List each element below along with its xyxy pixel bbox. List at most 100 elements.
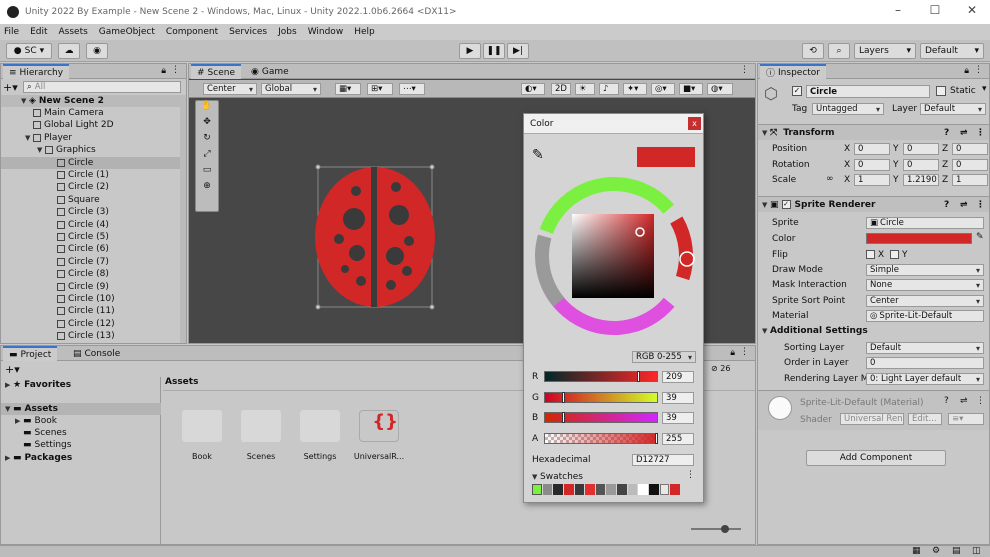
minimize-icon[interactable]: – bbox=[888, 3, 908, 17]
rotate-tool-icon[interactable]: ↻ bbox=[196, 133, 218, 149]
axis-z-label[interactable]: Z bbox=[942, 160, 948, 170]
scale-x-input[interactable]: 1 bbox=[854, 174, 890, 186]
axis-y-label[interactable]: Y bbox=[893, 144, 899, 154]
flip-y-checkbox[interactable] bbox=[890, 250, 899, 259]
scale-tool-icon[interactable]: ⤢ bbox=[196, 149, 218, 165]
camera-icon[interactable]: ■▾ bbox=[679, 83, 703, 95]
shading-icon[interactable]: ◐▾ bbox=[521, 83, 545, 95]
r-input[interactable]: 209 bbox=[662, 371, 694, 383]
expand-arrow-icon[interactable]: ▼ bbox=[25, 134, 33, 142]
sprite-renderer-checkbox[interactable]: ✓ bbox=[781, 200, 791, 209]
position-y-input[interactable]: 0 bbox=[903, 143, 939, 155]
asset-folder[interactable]: {} UniversalR... bbox=[352, 406, 406, 468]
sprite-renderer-header[interactable]: ▼ ▣ ✓ Sprite Renderer ? ⇌ ⋮ bbox=[758, 196, 989, 212]
add-icon[interactable]: +▾ bbox=[5, 363, 20, 376]
rendering-layer-dropdown[interactable]: 0: Light Layer default bbox=[866, 373, 984, 385]
swatch[interactable] bbox=[585, 484, 595, 495]
color-swatch-field[interactable] bbox=[866, 233, 972, 244]
maximize-icon[interactable]: ☐ bbox=[925, 3, 945, 17]
zoom-slider[interactable] bbox=[691, 525, 741, 533]
kebab-menu-icon[interactable]: ⋮ bbox=[740, 347, 749, 357]
swatch[interactable] bbox=[595, 484, 606, 495]
hierarchy-item[interactable]: Circle (9) bbox=[1, 281, 180, 293]
hierarchy-item[interactable]: Circle bbox=[1, 156, 180, 169]
mask-dropdown[interactable]: None bbox=[866, 279, 984, 291]
link-icon[interactable]: ∞ bbox=[826, 174, 834, 184]
menu-edit[interactable]: Edit bbox=[30, 27, 47, 37]
swatch[interactable] bbox=[670, 484, 680, 495]
pivot-dropdown[interactable]: Center bbox=[203, 83, 257, 95]
swatch[interactable] bbox=[532, 484, 542, 495]
menu-file[interactable]: File bbox=[4, 27, 19, 37]
menu-assets[interactable]: Assets bbox=[59, 27, 88, 37]
asset-folder[interactable]: Settings bbox=[293, 406, 347, 468]
hierarchy-item[interactable]: Circle (12) bbox=[1, 318, 180, 330]
hierarchy-item[interactable]: Circle (1) bbox=[1, 169, 180, 181]
kebab-menu-icon[interactable]: ⋮ bbox=[171, 65, 180, 75]
axis-z-label[interactable]: Z bbox=[942, 144, 948, 154]
b-slider-thumb[interactable] bbox=[562, 412, 565, 423]
axis-z-label[interactable]: Z bbox=[942, 175, 948, 185]
menu-gameobject[interactable]: GameObject bbox=[99, 27, 155, 37]
swatch[interactable] bbox=[638, 484, 648, 495]
menu-window[interactable]: Window bbox=[308, 27, 344, 37]
hierarchy-item[interactable]: ▼ Player bbox=[1, 132, 180, 144]
swatches-foldout[interactable]: ▼ Swatches bbox=[532, 472, 583, 482]
hierarchy-item[interactable]: Circle (3) bbox=[1, 206, 180, 218]
hierarchy-item[interactable]: Circle (2) bbox=[1, 181, 180, 193]
transform-tool-icon[interactable]: ⊕ bbox=[196, 181, 218, 197]
axis-y-label[interactable]: Y bbox=[893, 160, 899, 170]
visibility-icon[interactable]: ◎▾ bbox=[651, 83, 675, 95]
network-icon[interactable]: ◫ bbox=[972, 546, 981, 556]
scale-y-input[interactable]: 1.2190 bbox=[903, 174, 939, 186]
g-slider-thumb[interactable] bbox=[562, 392, 565, 403]
assets-root-row[interactable]: ▼ ▬ Assets bbox=[1, 403, 161, 415]
lock-icon[interactable]: 🔒︎ bbox=[964, 66, 969, 76]
swatch[interactable] bbox=[627, 484, 638, 495]
axis-y-label[interactable]: Y bbox=[893, 175, 899, 185]
kebab-menu-icon[interactable]: ⋮ bbox=[976, 128, 985, 138]
g-input[interactable]: 39 bbox=[662, 392, 694, 404]
layers-dropdown[interactable]: Layers ▾ bbox=[854, 43, 916, 59]
hand-tool-icon[interactable]: ✋ bbox=[196, 101, 218, 117]
hierarchy-item[interactable]: Circle (11) bbox=[1, 305, 180, 317]
close-icon[interactable]: x bbox=[688, 117, 701, 130]
asset-folder[interactable]: Scenes bbox=[234, 406, 288, 468]
cache-icon[interactable]: ▤ bbox=[952, 546, 961, 556]
grid-snap-icon[interactable]: ▦▾ bbox=[335, 83, 361, 95]
tab-game[interactable]: ◉ Game bbox=[245, 64, 295, 79]
kebab-menu-icon[interactable]: ⋮ bbox=[740, 65, 749, 75]
scrollbar[interactable] bbox=[180, 95, 186, 343]
position-z-input[interactable]: 0 bbox=[952, 143, 988, 155]
progress-icon[interactable]: ▦ bbox=[912, 546, 921, 556]
axis-x-label[interactable]: X bbox=[844, 175, 850, 185]
swatch[interactable] bbox=[542, 484, 553, 495]
scene-row[interactable]: ▼ ◈ New Scene 2 bbox=[1, 95, 186, 107]
swatch[interactable] bbox=[648, 484, 659, 495]
sorting-layer-dropdown[interactable]: Default bbox=[866, 342, 984, 354]
hierarchy-item[interactable]: Main Camera bbox=[1, 107, 180, 119]
hierarchy-item[interactable]: ▼ Graphics bbox=[1, 144, 180, 156]
collab-icon[interactable]: ◉ bbox=[86, 43, 108, 59]
object-name-input[interactable]: Circle bbox=[806, 85, 930, 98]
audio-icon[interactable]: ♪ bbox=[599, 83, 619, 95]
asset-folder[interactable]: Book bbox=[175, 406, 229, 468]
lock-icon[interactable]: 🔒︎ bbox=[161, 66, 166, 76]
layout-dropdown[interactable]: Default ▾ bbox=[920, 43, 984, 59]
static-checkbox[interactable] bbox=[936, 86, 946, 96]
menu-jobs[interactable]: Jobs bbox=[278, 27, 297, 37]
play-button[interactable]: ▶ bbox=[459, 43, 481, 59]
color-picker-titlebar[interactable]: Color x bbox=[524, 114, 703, 134]
preset-icon[interactable]: ⇌ bbox=[960, 396, 968, 406]
hierarchy-item[interactable]: Circle (4) bbox=[1, 219, 180, 231]
menu-help[interactable]: Help bbox=[354, 27, 375, 37]
g-slider[interactable] bbox=[544, 392, 658, 403]
expand-arrow-icon[interactable]: ▼ bbox=[37, 146, 45, 154]
kebab-menu-icon[interactable]: ⋮ bbox=[976, 396, 985, 406]
hierarchy-item[interactable]: Circle (10) bbox=[1, 293, 180, 305]
swatch[interactable] bbox=[659, 484, 670, 495]
r-slider[interactable] bbox=[544, 371, 658, 382]
preset-icon[interactable]: ⇌ bbox=[960, 128, 968, 138]
effects-icon[interactable]: ✦▾ bbox=[623, 83, 647, 95]
space-dropdown[interactable]: Global bbox=[261, 83, 321, 95]
